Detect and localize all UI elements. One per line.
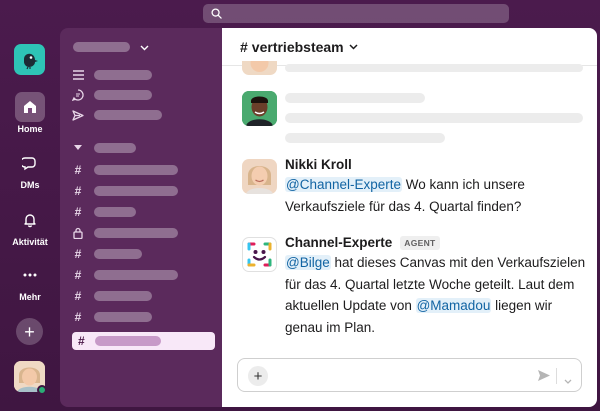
channel-name: vertriebsteam [251,38,344,55]
message-sender-row: Channel-Experte AGENT [285,235,590,250]
channel-name-placeholder [94,228,178,238]
workspace-switcher[interactable] [73,38,149,56]
sidebar-channel[interactable]: # [72,205,136,219]
channel-name-placeholder [94,291,152,301]
sidebar-channel[interactable]: # [72,268,178,282]
channel-hash: # [240,38,248,55]
agent-badge: AGENT [400,235,440,250]
hash-icon: # [74,205,82,219]
sidebar-channel[interactable]: # [72,247,142,261]
channel-name-placeholder [94,270,178,280]
send-outline-icon [72,109,84,121]
message-text: @Bilge hat dieses Canvas mit den Verkauf… [285,252,590,338]
sidebar-item-sent[interactable] [72,108,162,122]
channel-name-placeholder [94,249,142,259]
sidebar-channel-private[interactable] [72,226,178,240]
message-placeholder-line [285,133,445,143]
home-icon [15,92,45,122]
sidebar-channel[interactable]: # [72,289,152,303]
channel-name-placeholder [94,207,136,217]
hash-icon: # [74,184,82,198]
channel-name-placeholder [94,336,161,346]
sidebar-item-huddles[interactable] [72,88,152,102]
sidebar-channel[interactable]: # [72,163,178,177]
sidebar-channel[interactable]: # [72,310,152,324]
message-placeholder-line [285,93,425,103]
message-placeholder-line [285,64,583,72]
rail-dms[interactable]: DMs [0,148,60,190]
channel-header[interactable]: # vertriebsteam [222,28,597,66]
agent-avatar[interactable] [242,237,277,272]
mention-mamadou[interactable]: @Mamadou [415,298,492,313]
presence-indicator [37,385,47,395]
plus-icon: + [24,321,35,342]
top-bar [0,0,600,28]
workspace-name-placeholder [73,42,130,52]
add-workspace-button[interactable]: + [16,318,43,345]
section-title-placeholder [94,143,136,153]
app-window: Home DMs Aktivität Mehr + # # # # # # # … [0,0,600,411]
rail-dms-label: DMs [20,180,40,190]
message-item[interactable]: Channel-Experte AGENT @Bilge hat dieses … [285,235,590,338]
more-icon [15,260,45,290]
hash-icon: # [74,163,82,177]
channel-name-placeholder [94,165,178,175]
dms-icon [15,148,45,178]
mention-bilge[interactable]: @Bilge [285,255,331,270]
chevron-down-icon[interactable] [564,371,572,389]
channel-title[interactable]: # vertriebsteam [240,39,344,55]
bell-icon [15,205,45,235]
threads-icon [72,70,84,80]
rail-more-label: Mehr [19,292,41,302]
hash-icon: # [74,289,82,303]
search-icon [211,8,222,19]
avatar[interactable] [242,61,277,75]
hash-icon: # [78,334,85,348]
chevron-down-icon [140,38,149,56]
sidebar-item-threads[interactable] [72,68,152,82]
channel-name-placeholder [94,186,178,196]
chevron-down-icon[interactable] [349,43,358,50]
chat-icon [72,89,84,101]
rail-home-label: Home [17,124,43,134]
lock-icon [72,227,84,239]
message-composer[interactable]: + [237,358,582,392]
sidebar-channel[interactable]: # [72,184,178,198]
sidebar-item-placeholder [94,90,152,100]
channel-name-placeholder [94,312,152,322]
message-text: @Channel-Experte Wo kann ich unsere Verk… [285,174,590,217]
plus-icon: + [253,367,263,385]
rail-home[interactable]: Home [0,92,60,134]
rail-activity-label: Aktivität [12,237,48,247]
composer-add-button[interactable]: + [248,366,268,386]
mention-channel-experte[interactable]: @Channel-Experte [285,177,403,192]
rail-more[interactable]: Mehr [0,260,60,302]
channel-sidebar: # # # # # # # # [60,28,222,407]
bird-logo-icon[interactable] [14,44,45,75]
sidebar-item-placeholder [94,70,152,80]
message-item[interactable]: Nikki Kroll @Channel-Experte Wo kann ich… [285,157,590,217]
caret-down-icon [72,145,84,151]
sidebar-item-placeholder [94,110,162,120]
hash-icon: # [74,268,82,282]
message-sender[interactable]: Channel-Experte [285,235,392,250]
sidebar-section-channels[interactable] [72,141,136,155]
hash-icon: # [74,247,82,261]
message-sender[interactable]: Nikki Kroll [285,157,590,172]
hash-icon: # [74,310,82,324]
sidebar-channel-selected[interactable]: # [72,332,215,350]
send-icon[interactable] [537,369,551,387]
composer-divider [556,368,557,384]
channel-view: # vertriebsteam Nikki Kroll @Channel-Exp… [222,28,597,407]
message-placeholder-line [285,113,583,123]
avatar[interactable] [242,159,277,194]
workspace-rail: Home DMs Aktivität Mehr + [0,28,60,411]
rail-activity[interactable]: Aktivität [0,205,60,247]
search-bar[interactable] [203,4,509,23]
avatar[interactable] [242,91,277,126]
